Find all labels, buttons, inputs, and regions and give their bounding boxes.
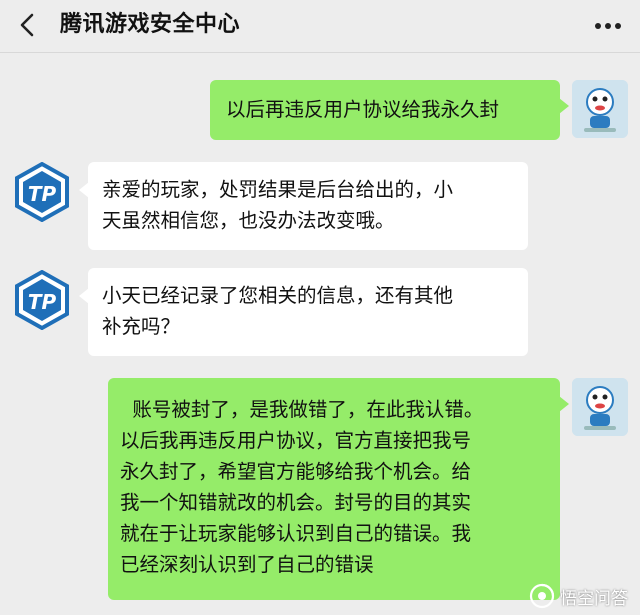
user-message-bubble: 以后再违反用户协议给我永久封: [210, 80, 569, 140]
message-line: 我一个知错就改的机会。封号的目的其实: [120, 491, 472, 514]
more-dots-icon[interactable]: [590, 12, 626, 40]
message-line: 以后再违反用户协议给我永久封: [226, 98, 500, 121]
tp-avatar-label: TP: [28, 290, 57, 314]
tp-avatar[interactable]: TP: [12, 162, 72, 222]
cartoon-avatar-icon: [572, 378, 628, 436]
user-message-bubble: 账号被封了，是我做错了，在此我认错。 以后我再违反用户协议，官方直接把我号 永久…: [108, 378, 569, 600]
user-avatar[interactable]: [572, 378, 628, 436]
tp-avatar[interactable]: TP: [12, 270, 72, 330]
cartoon-avatar-icon: [572, 80, 628, 138]
message-line: 以后我再违反用户协议，官方直接把我号: [120, 429, 472, 452]
watermark-text: 悟空问答: [560, 588, 628, 609]
message-line: 账号被封了，是我做错了，在此我认错。: [120, 398, 484, 421]
message-line: 已经深刻认识到了自己的错误: [120, 553, 374, 576]
bot-message-bubble: 小天已经记录了您相关的信息，还有其他 补充吗？: [79, 268, 528, 356]
wukong-logo-icon: [529, 583, 555, 609]
tp-avatar-label: TP: [28, 182, 57, 206]
message-line: 永久封了，希望官方能够给我个机会。给: [120, 460, 472, 483]
watermark: 悟空问答: [529, 583, 628, 609]
bot-message-bubble: 亲爱的玩家，处罚结果是后台给出的，小 天虽然相信您，也没办法改变哦。: [79, 162, 528, 250]
message-line: 小天已经记录了您相关的信息，还有其他: [102, 284, 454, 307]
chevron-left-icon[interactable]: [14, 11, 42, 39]
message-line: 就在于让玩家能够认识到自己的错误。我: [120, 522, 472, 545]
message-line: 补充吗？: [102, 315, 181, 338]
page-title: 腾讯游戏安全中心: [60, 12, 241, 37]
message-line: 天虽然相信您，也没办法改变哦。: [102, 209, 395, 232]
user-avatar[interactable]: [572, 80, 628, 138]
message-line: 亲爱的玩家，处罚结果是后台给出的，小: [102, 178, 454, 201]
top-bar: 腾讯游戏安全中心: [0, 0, 640, 53]
